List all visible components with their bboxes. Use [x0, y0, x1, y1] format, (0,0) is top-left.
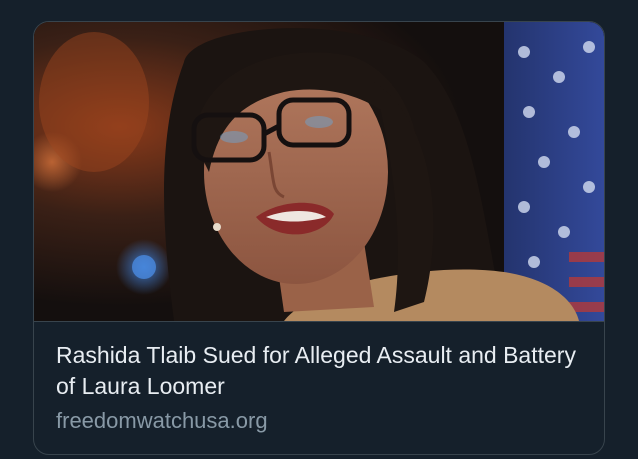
card-divider — [34, 321, 604, 322]
link-preview-card[interactable]: Rashida Tlaib Sued for Alleged Assault a… — [33, 21, 605, 455]
article-headline[interactable]: Rashida Tlaib Sued for Alleged Assault a… — [56, 340, 586, 402]
news-photo-image — [34, 22, 604, 321]
article-photo[interactable] — [34, 22, 604, 321]
source-domain[interactable]: freedomwatchusa.org — [56, 406, 268, 436]
